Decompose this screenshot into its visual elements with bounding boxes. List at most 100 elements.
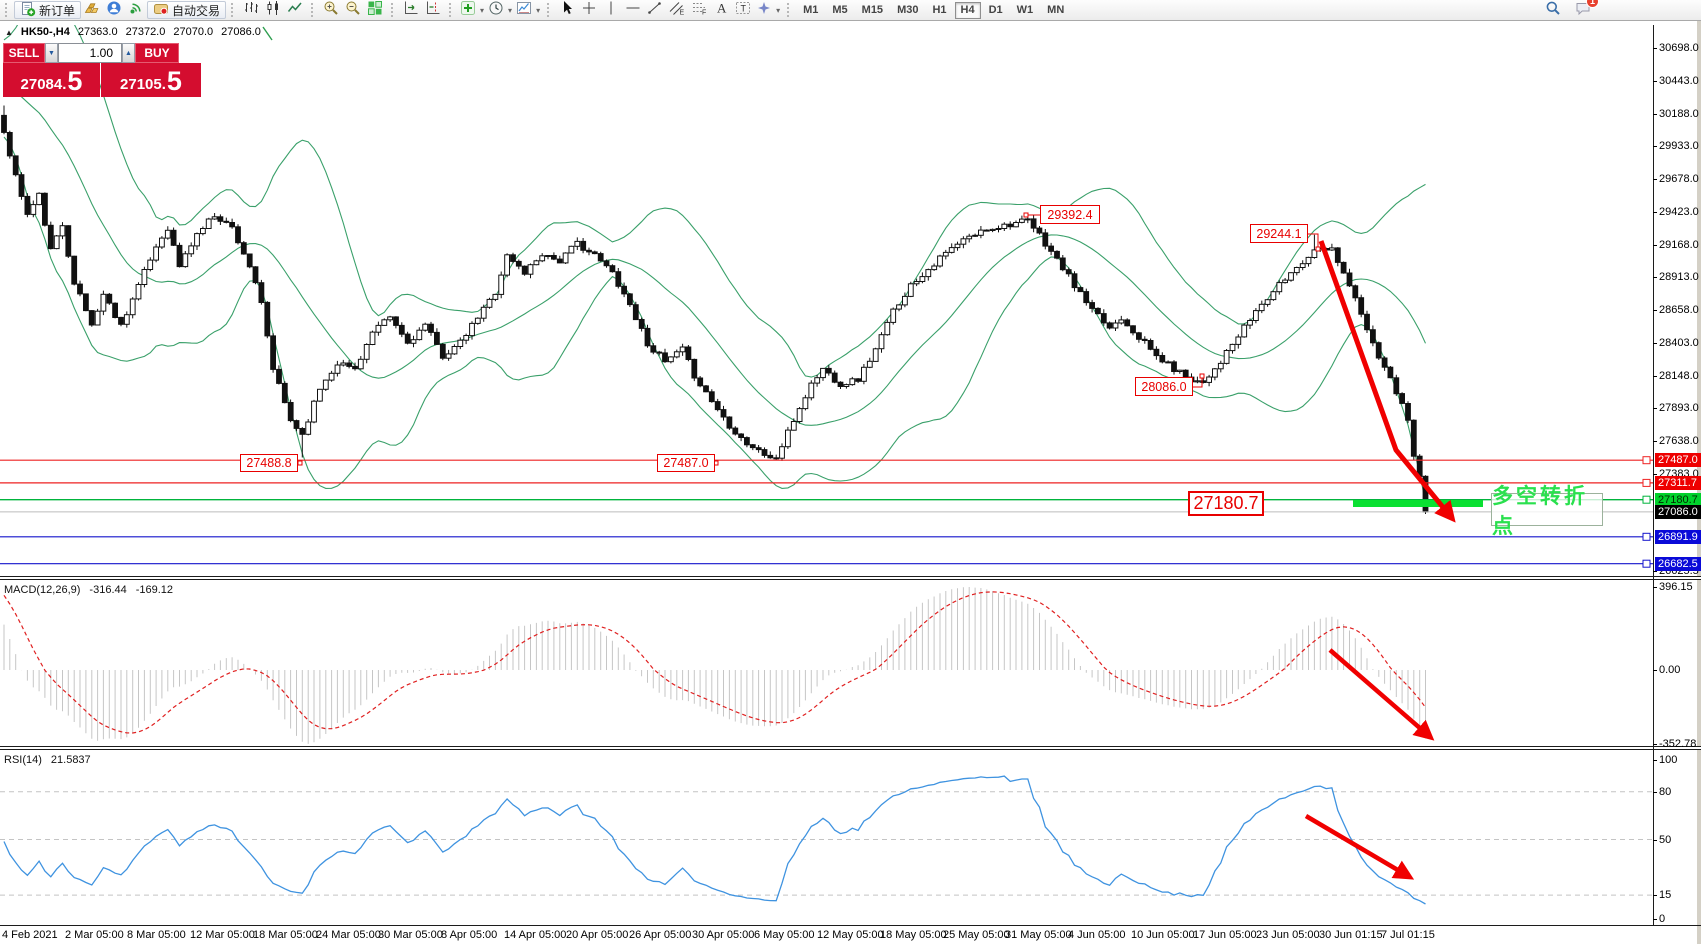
rsi-panel-canvas[interactable] — [0, 751, 1653, 925]
shapes-tool-button[interactable]: ▾ — [754, 1, 782, 19]
axis-tick — [1653, 310, 1657, 311]
rsi-down-arrow[interactable] — [1306, 816, 1408, 876]
svg-text:T: T — [741, 3, 747, 13]
dropdown-caret-icon[interactable]: ▾ — [508, 6, 512, 15]
toolbar-grip[interactable] — [311, 3, 316, 17]
green-highlight-bar[interactable] — [1353, 500, 1483, 507]
volume-decrease-button[interactable]: ▼ — [45, 43, 58, 63]
line-chart-mode-button[interactable] — [284, 1, 306, 19]
bar-chart-mode-button[interactable] — [240, 1, 262, 19]
price-tag-27311.7: 27311.7 — [1655, 476, 1701, 490]
notifications-button[interactable]: 1 — [1575, 0, 1591, 21]
price-tick-label: 27893.0 — [1659, 402, 1699, 414]
text-label-tool-button[interactable]: T — [732, 1, 754, 19]
auto-trading-button[interactable]: 自动交易 — [147, 1, 226, 19]
crosshair-tool-button[interactable] — [578, 1, 600, 19]
annotation-anchor[interactable] — [298, 461, 302, 465]
channel-tool-button[interactable]: E — [666, 1, 688, 19]
big-price-annotation[interactable]: 27180.7 — [1188, 491, 1264, 516]
toolbar-grip[interactable] — [449, 3, 454, 17]
dropdown-caret-icon[interactable]: ▾ — [536, 6, 540, 15]
trendline-tool-button[interactable] — [644, 1, 666, 19]
timeframe-MN-button[interactable]: MN — [1041, 2, 1070, 19]
macd-panel-canvas[interactable] — [0, 581, 1653, 746]
toolbar-grip[interactable] — [787, 3, 792, 17]
trendline-fragment[interactable] — [263, 27, 272, 40]
bollinger-band — [4, 25, 1426, 377]
vline-icon — [603, 0, 619, 21]
chart-shift-button[interactable] — [422, 1, 444, 19]
time-axis-label: 25 May 05:00 — [943, 929, 1010, 941]
toolbar-grip[interactable] — [5, 3, 10, 17]
templates-button[interactable]: ▾ — [514, 1, 542, 19]
cursor-tool-button[interactable] — [556, 1, 578, 19]
price-annotation-27488.8[interactable]: 27488.8 — [240, 454, 298, 472]
signals-button[interactable] — [125, 1, 147, 19]
panel-separator[interactable] — [0, 576, 1701, 580]
auto-scroll-button[interactable] — [400, 1, 422, 19]
annotation-anchor[interactable] — [1024, 213, 1028, 217]
annotation-anchor[interactable] — [1316, 247, 1320, 251]
annotation-anchor[interactable] — [1200, 374, 1204, 378]
toolbar-grip[interactable] — [391, 3, 396, 17]
candlestick-mode-button[interactable] — [262, 1, 284, 19]
timeframe-D1-button[interactable]: D1 — [983, 2, 1009, 19]
turning-point-note[interactable]: 多空转折点 — [1491, 493, 1603, 526]
line-anchor-square[interactable] — [1643, 560, 1650, 567]
zoom-in-icon — [323, 0, 339, 21]
text-tool-button[interactable]: A — [710, 1, 732, 19]
zoom-in-button[interactable] — [320, 1, 342, 19]
horizontal-line-tool-button[interactable] — [622, 1, 644, 19]
toolbar-grip[interactable] — [547, 3, 552, 17]
line-anchor-square[interactable] — [1643, 457, 1650, 464]
vertical-line-tool-button[interactable] — [600, 1, 622, 19]
price-tick-label: 29933.0 — [1659, 140, 1699, 152]
gold-button[interactable] — [81, 1, 103, 19]
symbol-ohlc-bar[interactable]: ▲ HK50-,H4 27363.0 27372.0 27070.0 27086… — [5, 26, 261, 38]
timeframe-M30-button[interactable]: M30 — [891, 2, 924, 19]
timeframe-M1-button[interactable]: M1 — [797, 2, 824, 19]
community-button[interactable] — [103, 1, 125, 19]
tile-windows-button[interactable] — [364, 1, 386, 19]
price-annotation-28086.0[interactable]: 28086.0 — [1135, 377, 1193, 396]
ask-price[interactable]: 27105.5 — [101, 63, 201, 97]
time-axis-label: 2 Mar 05:00 — [65, 929, 124, 941]
panel-separator[interactable] — [0, 746, 1701, 750]
sell-button[interactable]: SELL — [3, 43, 45, 63]
rsi-line — [4, 776, 1426, 904]
main-chart-canvas[interactable] — [0, 25, 1653, 576]
bid-price[interactable]: 27084.5 — [3, 63, 100, 97]
search-button[interactable] — [1545, 0, 1561, 21]
indicators-icon — [460, 0, 476, 21]
timeframe-H4-button[interactable]: H4 — [955, 2, 981, 19]
volume-input[interactable]: 1.00 — [58, 43, 122, 63]
line-anchor-square[interactable] — [1643, 479, 1650, 486]
zoom-out-button[interactable] — [342, 1, 364, 19]
collapse-quote-panel-icon[interactable]: ▲ — [5, 28, 13, 37]
timeframe-M5-button[interactable]: M5 — [826, 2, 853, 19]
price-annotation-27487.0[interactable]: 27487.0 — [657, 454, 715, 472]
timeframe-H1-button[interactable]: H1 — [926, 2, 952, 19]
timeframe-M15-button[interactable]: M15 — [856, 2, 889, 19]
volume-increase-button[interactable]: ▲ — [122, 43, 135, 63]
dropdown-caret-icon[interactable]: ▾ — [776, 6, 780, 15]
timeframe-W1-button[interactable]: W1 — [1011, 2, 1040, 19]
buy-button[interactable]: BUY — [135, 43, 179, 63]
fibonacci-tool-button[interactable]: F — [688, 1, 710, 19]
macd-tick-label: -352.78 — [1659, 738, 1696, 750]
price-annotation-29392.4[interactable]: 29392.4 — [1040, 205, 1100, 224]
line-anchor-square[interactable] — [1643, 496, 1650, 503]
channel-icon: E — [669, 0, 685, 21]
toolbar-grip[interactable] — [231, 3, 236, 17]
price-annotation-29244.1[interactable]: 29244.1 — [1250, 224, 1308, 243]
downtrend-arrow[interactable] — [1321, 241, 1451, 517]
dropdown-caret-icon[interactable]: ▾ — [480, 6, 484, 15]
line-anchor-square[interactable] — [1643, 533, 1650, 540]
indicators-button[interactable]: ▾ — [458, 1, 486, 19]
bollinger-band — [4, 137, 1426, 502]
time-axis-label: 26 Apr 05:00 — [629, 929, 691, 941]
new-order-button[interactable]: 新订单 — [14, 1, 81, 19]
periods-button[interactable]: ▾ — [486, 1, 514, 19]
label-icon: T — [735, 0, 751, 21]
axis-tick — [1653, 245, 1657, 246]
